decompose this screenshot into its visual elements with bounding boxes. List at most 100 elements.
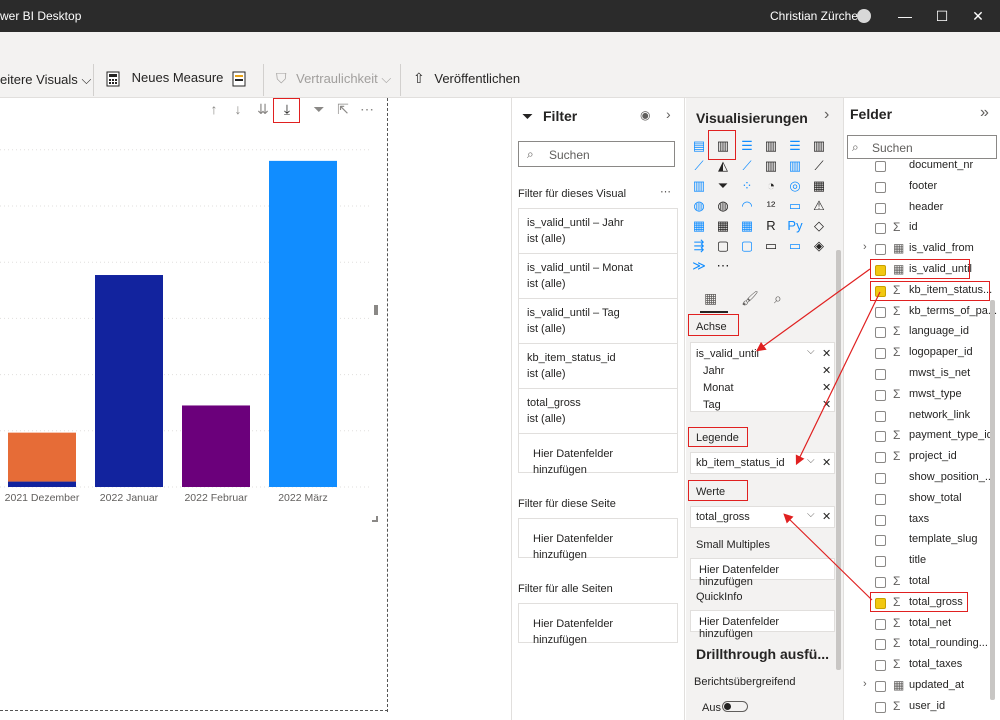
ribbon-icon[interactable]: ⟋ (810, 158, 828, 174)
gauge-icon[interactable]: ◠ (738, 198, 756, 214)
field-checkbox[interactable] (875, 535, 886, 547)
more-options-icon[interactable]: ⋯ (660, 185, 671, 198)
remove-icon[interactable]: ✕ (822, 456, 831, 469)
pie-icon[interactable]: ◔ (762, 178, 780, 193)
filter-card[interactable]: is_valid_until – Jahr ist (alle) (518, 208, 678, 254)
chevron-down-icon[interactable]: ⌵ (807, 346, 815, 357)
line-icon[interactable]: ⟋ (690, 158, 708, 174)
fields-scrollbar[interactable] (990, 300, 995, 700)
filter-drop-zone-page[interactable]: Hier Datenfelder hinzufügen (518, 518, 678, 561)
legend-well[interactable]: kb_item_status_id ⌵ ✕ (690, 452, 835, 474)
map-icon[interactable]: ◍ (690, 198, 708, 214)
arrow-up-icon[interactable]: ↑ (206, 101, 222, 117)
donut-icon[interactable]: ◎ (786, 178, 804, 194)
smart-narrative-icon[interactable]: ▢ (738, 238, 756, 254)
remove-icon[interactable]: ✕ (822, 398, 831, 411)
bar-chart[interactable]: 2021 Dezember 2022 Januar 2022 Februar 2022… (0, 120, 380, 520)
bar[interactable] (95, 275, 163, 487)
slicer-icon[interactable]: ▦ (690, 218, 708, 234)
field-checkbox[interactable] (875, 306, 886, 318)
field-checkbox[interactable] (875, 161, 886, 172)
focus-mode-icon[interactable]: ⇱ (335, 101, 351, 117)
filter-search-input[interactable]: ⌕ Suchen (518, 141, 675, 167)
quickinfo-drop-zone[interactable]: Hier Datenfelder hinzufügen (690, 610, 835, 640)
viz-scrollbar[interactable] (836, 250, 841, 670)
more-visuals-icon[interactable]: ≫ (690, 258, 708, 274)
publish-button[interactable]: ⇧ Veröffentlichen (413, 70, 520, 92)
remove-icon[interactable]: ✕ (822, 381, 831, 394)
line-column-icon[interactable]: ▥ (762, 158, 780, 174)
filter-drop-zone-visual[interactable]: Hier Datenfelder hinzufügen (518, 433, 678, 476)
field-checkbox[interactable] (875, 348, 886, 360)
chevron-right-icon[interactable]: › (824, 106, 829, 124)
field-checkbox[interactable] (875, 639, 886, 651)
field-checkbox[interactable] (875, 452, 886, 464)
power-automate-icon[interactable]: ◈ (810, 238, 828, 254)
line-stacked-column-icon[interactable]: ▥ (786, 158, 804, 174)
paginated-icon[interactable]: ▭ (762, 238, 780, 254)
maximize-button[interactable]: ☐ (930, 4, 954, 28)
more-icon[interactable]: ⋯ (714, 258, 732, 274)
stacked-bar-icon[interactable]: ▤ (690, 138, 708, 154)
analytics-icon[interactable]: ⌕ (774, 290, 782, 307)
resize-corner[interactable] (372, 516, 378, 522)
double-arrow-down-icon[interactable]: ⇊ (255, 101, 271, 117)
fields-search-input[interactable]: ⌕ Suchen (847, 135, 997, 159)
expand-chevron-icon[interactable]: › (863, 241, 867, 253)
field-checkbox[interactable] (875, 577, 886, 588)
sensitivity-button[interactable]: ⛉ Vertraulichkeit ⌵ (276, 70, 391, 92)
field-checkbox[interactable] (875, 514, 886, 526)
resize-handle[interactable] (374, 305, 378, 315)
chevron-right-icon[interactable]: › (666, 106, 671, 122)
clustered-bar-icon[interactable]: ☰ (738, 138, 756, 154)
field-checkbox[interactable] (875, 701, 886, 713)
filter-drop-zone-all[interactable]: Hier Datenfelder hinzufügen (518, 603, 678, 646)
fields-tab-icon[interactable]: ▦ (704, 290, 717, 307)
filled-map-icon[interactable]: ◍ (714, 198, 732, 214)
field-checkbox[interactable] (875, 389, 886, 401)
more-visuals-button[interactable]: eitere Visuals ⌵ (0, 72, 91, 94)
bar[interactable] (8, 432, 76, 482)
format-paint-icon[interactable]: 🖌 (741, 290, 759, 307)
field-checkbox[interactable] (875, 327, 886, 339)
values-well[interactable]: total_gross ⌵ ✕ (690, 506, 835, 528)
field-checkbox[interactable] (875, 202, 886, 214)
matrix-icon[interactable]: ▦ (738, 218, 756, 234)
field-checkbox[interactable] (875, 244, 886, 256)
eye-icon[interactable]: ◉ (640, 108, 650, 122)
filter-card[interactable]: is_valid_until – Tag ist (alle) (518, 298, 678, 344)
filter-card[interactable]: total_gross ist (alle) (518, 388, 678, 434)
treemap-icon[interactable]: ▦ (810, 178, 828, 194)
minimize-button[interactable]: — (893, 4, 917, 28)
field-checkbox[interactable] (875, 473, 886, 484)
field-checkbox[interactable] (875, 618, 886, 630)
waterfall-icon[interactable]: ▥ (690, 178, 708, 194)
small-multiples-drop-zone[interactable]: Hier Datenfelder hinzufügen (690, 558, 835, 588)
remove-icon[interactable]: ✕ (822, 347, 831, 360)
decomposition-tree-icon[interactable]: ⇶ (690, 238, 708, 254)
axis-well[interactable]: is_valid_until ⌵ ✕ Jahr ✕ Monat ✕ Tag ✕ (690, 342, 835, 412)
user-name[interactable]: Christian Zürcher (770, 9, 862, 23)
new-measure-button[interactable]: Neues Measure (106, 70, 223, 92)
filter-card[interactable]: kb_item_status_id ist (alle) (518, 343, 678, 389)
field-checkbox[interactable] (875, 369, 886, 380)
arrow-down-icon[interactable]: ↓ (230, 101, 246, 117)
close-button[interactable]: ✕ (966, 4, 990, 28)
remove-icon[interactable]: ✕ (822, 364, 831, 377)
kpi-icon[interactable]: ⚠ (810, 198, 828, 214)
bar[interactable] (8, 481, 76, 487)
field-checkbox[interactable] (875, 410, 886, 422)
table-icon[interactable]: ▦ (714, 218, 732, 234)
double-chevron-right-icon[interactable]: » (980, 104, 989, 122)
field-checkbox[interactable] (875, 681, 886, 692)
chevron-down-icon[interactable]: ⌵ (807, 509, 815, 520)
quick-measure-icon[interactable] (232, 70, 248, 88)
chevron-down-icon[interactable]: ⌵ (807, 455, 815, 466)
card-icon[interactable]: ¹² (762, 198, 780, 213)
key-influencers-icon[interactable]: ◇ (810, 218, 828, 234)
funnel-icon[interactable]: ⏷ (714, 178, 732, 194)
filter-icon[interactable]: ⏷ (311, 101, 327, 117)
multi-row-card-icon[interactable]: ▭ (786, 198, 804, 214)
power-apps-icon[interactable]: ▭ (786, 238, 804, 254)
remove-icon[interactable]: ✕ (822, 510, 831, 523)
